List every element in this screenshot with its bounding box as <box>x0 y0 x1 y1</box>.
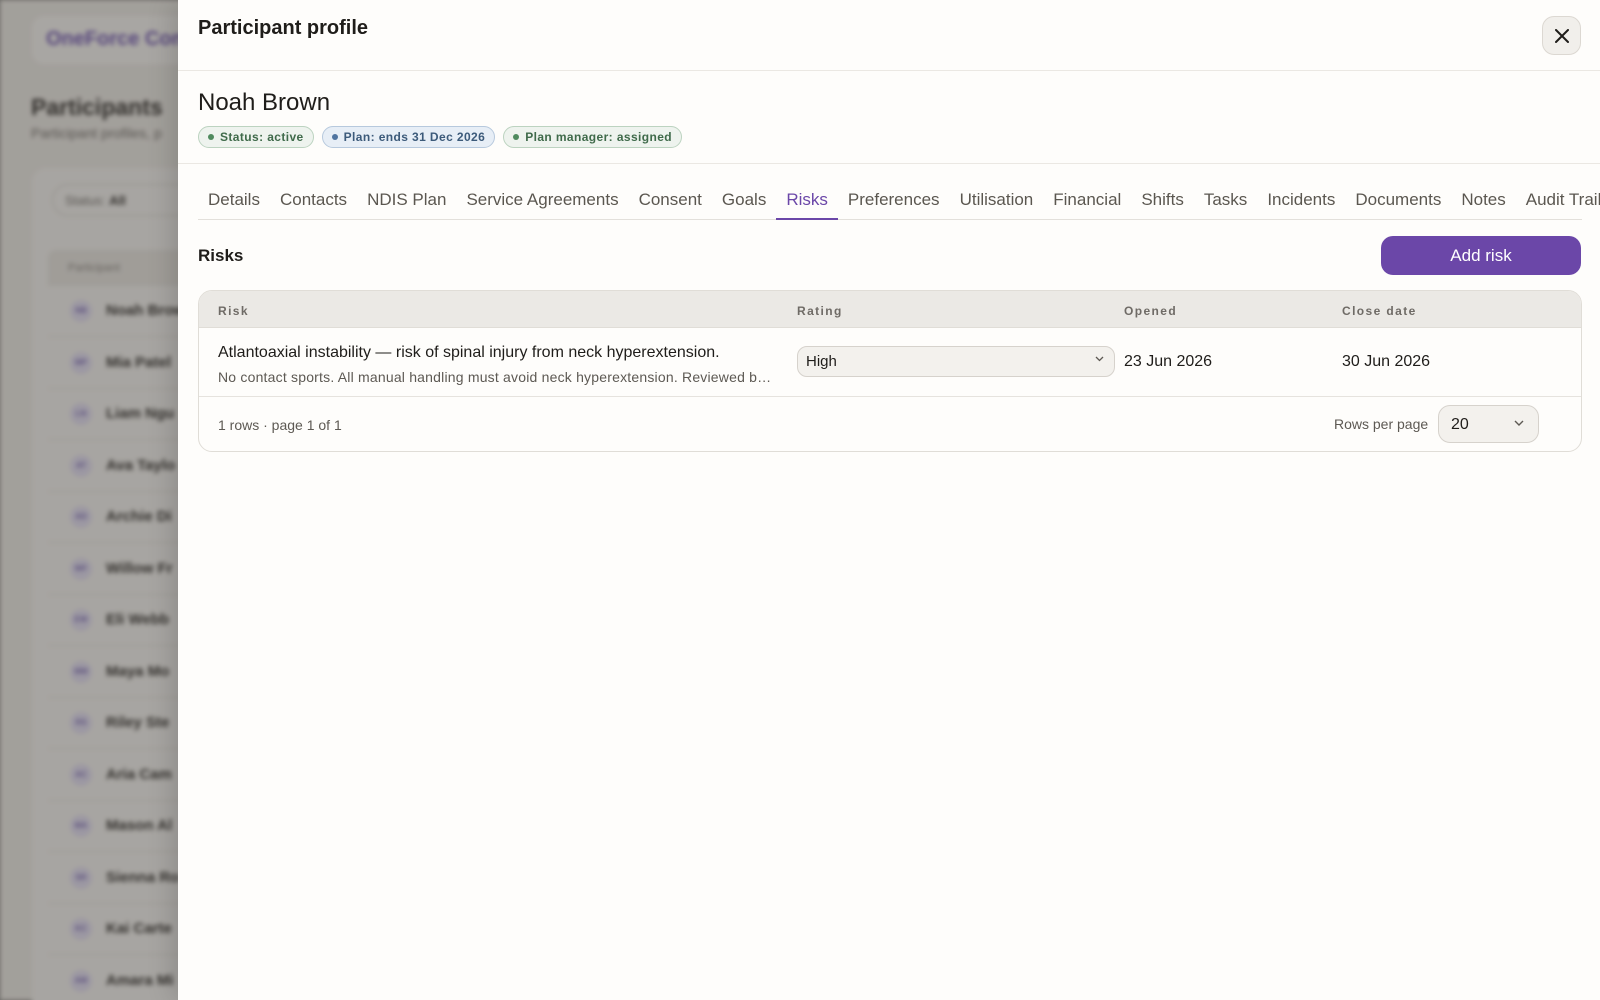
tab-incidents[interactable]: Incidents <box>1257 184 1345 220</box>
dot-icon <box>513 134 520 140</box>
rating-value: High <box>806 353 837 370</box>
section-title: Risks <box>198 246 244 265</box>
opened-date: 23 Jun 2026 <box>1124 353 1213 370</box>
tab-utilisation[interactable]: Utilisation <box>950 184 1044 220</box>
dot-icon <box>208 134 214 140</box>
rows-per-page-value: 20 <box>1451 416 1469 433</box>
rows-per-page-label: Rows per page <box>1334 416 1429 432</box>
drawer-title: Participant profile <box>198 17 369 39</box>
status-badge: Status: active <box>198 126 314 148</box>
table-row[interactable]: Atlantoaxial instability — risk of spina… <box>199 328 1581 397</box>
chevron-down-icon <box>1514 420 1524 426</box>
drawer-header: Participant profile <box>178 0 1600 71</box>
risks-table-header: Risk Rating Opened Close date <box>199 291 1581 328</box>
profile-tabs: Details Contacts NDIS Plan Service Agreemen… <box>198 184 1600 220</box>
tab-risks[interactable]: Risks <box>776 184 838 220</box>
column-header-risk[interactable]: Risk <box>218 304 249 318</box>
tab-documents[interactable]: Documents <box>1345 184 1451 220</box>
badge-label: Plan manager: assigned <box>525 130 673 144</box>
add-risk-button[interactable]: Add risk <box>1381 236 1581 275</box>
participant-profile-drawer: Participant profile Noah Brown Status: a… <box>178 0 1600 1000</box>
risk-title: Atlantoaxial instability — risk of spina… <box>218 344 720 361</box>
column-header-rating[interactable]: Rating <box>797 304 843 318</box>
risk-description: No contact sports. All manual handling m… <box>218 369 778 385</box>
close-button[interactable] <box>1542 16 1581 55</box>
tab-shifts[interactable]: Shifts <box>1131 184 1194 220</box>
badge-label: Status: active <box>220 130 304 144</box>
column-header-close-date[interactable]: Close date <box>1342 304 1417 318</box>
column-header-opened[interactable]: Opened <box>1124 304 1177 318</box>
chevron-down-icon <box>1095 356 1104 362</box>
pagination-info: 1 rows · page 1 of 1 <box>218 417 342 433</box>
tab-service-agreements[interactable]: Service Agreements <box>456 184 628 220</box>
badge-label: Plan: ends 31 Dec 2026 <box>343 130 486 144</box>
rows-per-page-select[interactable]: 20 <box>1438 405 1539 443</box>
close-icon <box>1554 28 1569 43</box>
participant-name: Noah Brown <box>198 89 331 116</box>
tab-preferences[interactable]: Preferences <box>838 184 950 220</box>
tab-goals[interactable]: Goals <box>712 184 776 220</box>
dot-icon <box>331 134 338 140</box>
tab-tasks[interactable]: Tasks <box>1194 184 1257 220</box>
participant-summary: Noah Brown Status: active Plan: ends 31 D… <box>178 71 1600 164</box>
tab-contacts[interactable]: Contacts <box>270 184 357 220</box>
rating-select[interactable]: High <box>797 346 1115 377</box>
close-date: 30 Jun 2026 <box>1342 353 1431 370</box>
tab-ndis-plan[interactable]: NDIS Plan <box>357 184 456 220</box>
tab-audit-trail[interactable]: Audit Trail <box>1516 184 1600 220</box>
tab-details[interactable]: Details <box>198 184 270 220</box>
status-chips: Status: active Plan: ends 31 Dec 2026 Plan… <box>198 126 683 148</box>
tab-consent[interactable]: Consent <box>629 184 712 220</box>
risks-table: Risk Rating Opened Close date Atlantoaxi… <box>198 290 1582 452</box>
table-footer: 1 rows · page 1 of 1 Rows per page 20 <box>199 397 1581 451</box>
tab-financial[interactable]: Financial <box>1043 184 1131 220</box>
status-badge: Plan manager: assigned <box>503 126 683 148</box>
status-badge: Plan: ends 31 Dec 2026 <box>321 126 496 148</box>
tab-notes[interactable]: Notes <box>1451 184 1515 220</box>
